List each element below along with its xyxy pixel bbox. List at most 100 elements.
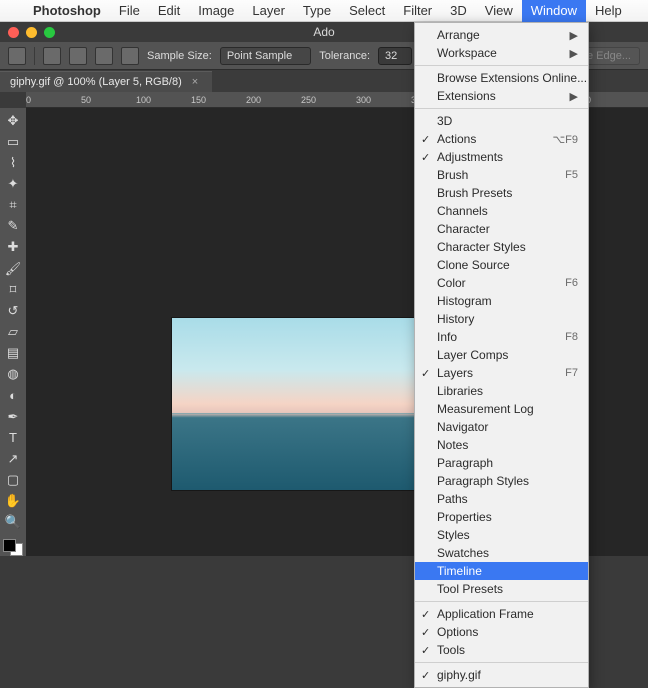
menu-item-giphy-gif[interactable]: ✓giphy.gif <box>415 666 588 684</box>
menu-item-paragraph-styles[interactable]: Paragraph Styles <box>415 472 588 490</box>
menu-item-options[interactable]: ✓Options <box>415 623 588 641</box>
menu-item-character-styles[interactable]: Character Styles <box>415 238 588 256</box>
menu-type[interactable]: Type <box>294 0 340 22</box>
menu-item-paragraph[interactable]: Paragraph <box>415 454 588 472</box>
menu-item-label: Info <box>437 330 457 344</box>
menu-select[interactable]: Select <box>340 0 394 22</box>
menu-item-label: Histogram <box>437 294 492 308</box>
tool-marquee[interactable]: ▭ <box>3 133 23 150</box>
menu-item-swatches[interactable]: Swatches <box>415 544 588 562</box>
menu-item-color[interactable]: ColorF6 <box>415 274 588 292</box>
menu-item-measurement-log[interactable]: Measurement Log <box>415 400 588 418</box>
document-tab[interactable]: giphy.gif @ 100% (Layer 5, RGB/8) × <box>0 71 212 92</box>
menu-item-label: History <box>437 312 474 326</box>
menu-view[interactable]: View <box>476 0 522 22</box>
menu-item-tool-presets[interactable]: Tool Presets <box>415 580 588 598</box>
menu-item-libraries[interactable]: Libraries <box>415 382 588 400</box>
tool-zoom[interactable]: 🔍 <box>3 514 23 531</box>
tool-pen[interactable]: ✒ <box>3 408 23 425</box>
menu-item-channels[interactable]: Channels <box>415 202 588 220</box>
app-name[interactable]: Photoshop <box>24 0 110 22</box>
check-icon: ✓ <box>421 626 430 639</box>
tool-blur[interactable]: ◍ <box>3 366 23 383</box>
tool-brush[interactable]: 🖌 <box>3 260 23 277</box>
menu-item-properties[interactable]: Properties <box>415 508 588 526</box>
menu-help[interactable]: Help <box>586 0 631 22</box>
zoom-icon[interactable] <box>44 27 55 38</box>
menu-file[interactable]: File <box>110 0 149 22</box>
submenu-icon: ▶ <box>570 90 578 103</box>
menu-item-tools[interactable]: ✓Tools <box>415 641 588 659</box>
menu-item-notes[interactable]: Notes <box>415 436 588 454</box>
menu-edit[interactable]: Edit <box>149 0 189 22</box>
menu-item-histogram[interactable]: Histogram <box>415 292 588 310</box>
minimize-icon[interactable] <box>26 27 37 38</box>
sample-size-select[interactable]: Point Sample <box>220 47 311 65</box>
selection-add-icon[interactable] <box>69 47 87 65</box>
tool-stamp[interactable]: ⌑ <box>3 281 23 298</box>
menu-item-label: Brush Presets <box>437 186 512 200</box>
tolerance-input[interactable]: 32 <box>378 47 412 65</box>
tool-path[interactable]: ↗ <box>3 450 23 467</box>
menu-item-label: Tool Presets <box>437 582 503 596</box>
shortcut-label: ⌥F9 <box>552 133 578 146</box>
canvas-image[interactable] <box>172 318 430 490</box>
menu-item-label: Actions <box>437 132 476 146</box>
menu-item-label: Extensions <box>437 89 496 103</box>
sample-size-label: Sample Size: <box>147 50 212 62</box>
tool-crop[interactable]: ⌗ <box>3 197 23 214</box>
tool-wand[interactable]: ✦ <box>3 175 23 192</box>
shortcut-label: F5 <box>565 169 578 181</box>
check-icon: ✓ <box>421 608 430 621</box>
tool-dodge[interactable]: ◐ <box>3 387 23 404</box>
tool-eraser[interactable]: ▱ <box>3 323 23 340</box>
tool-lasso[interactable]: ⌇ <box>3 154 23 171</box>
tool-heal[interactable]: ✚ <box>3 239 23 256</box>
menu-item-layer-comps[interactable]: Layer Comps <box>415 346 588 364</box>
ruler-tick: 50 <box>81 95 91 105</box>
menu-item-browse-extensions-online-[interactable]: Browse Extensions Online... <box>415 69 588 87</box>
menu-item-application-frame[interactable]: ✓Application Frame <box>415 605 588 623</box>
selection-new-icon[interactable] <box>43 47 61 65</box>
menu-layer[interactable]: Layer <box>243 0 294 22</box>
menu-item-layers[interactable]: ✓LayersF7 <box>415 364 588 382</box>
menu-item-workspace[interactable]: Workspace▶ <box>415 44 588 62</box>
menu-item-character[interactable]: Character <box>415 220 588 238</box>
fg-bg-swatch[interactable] <box>3 539 23 556</box>
menu-item-clone-source[interactable]: Clone Source <box>415 256 588 274</box>
menu-item-timeline[interactable]: Timeline <box>415 562 588 580</box>
menu-item-extensions[interactable]: Extensions ▶ <box>415 87 588 105</box>
menu-item-brush[interactable]: BrushF5 <box>415 166 588 184</box>
tool-history-brush[interactable]: ↺ <box>3 302 23 319</box>
menu-item-actions[interactable]: ✓Actions⌥F9 <box>415 130 588 148</box>
menu-3d[interactable]: 3D <box>441 0 476 22</box>
menu-item-info[interactable]: Info F8 <box>415 328 588 346</box>
tool-preset-icon[interactable] <box>8 47 26 65</box>
menu-item-navigator[interactable]: Navigator <box>415 418 588 436</box>
ruler-tick: 200 <box>246 95 261 105</box>
tool-hand[interactable]: ✋ <box>3 493 23 510</box>
tool-gradient[interactable]: ▤ <box>3 345 23 362</box>
shortcut-label: F8 <box>565 331 578 343</box>
menu-item-brush-presets[interactable]: Brush Presets <box>415 184 588 202</box>
menu-item-label: Navigator <box>437 420 488 434</box>
menu-item-history[interactable]: History <box>415 310 588 328</box>
close-icon[interactable] <box>8 27 19 38</box>
close-tab-icon[interactable]: × <box>192 76 198 88</box>
selection-subtract-icon[interactable] <box>95 47 113 65</box>
menu-item-arrange[interactable]: Arrange▶ <box>415 26 588 44</box>
tool-type[interactable]: T <box>3 429 23 446</box>
tool-rect[interactable]: ▢ <box>3 471 23 488</box>
menu-item-label: Channels <box>437 204 488 218</box>
menu-item-3d[interactable]: 3D <box>415 112 588 130</box>
tool-move[interactable]: ✥ <box>3 112 23 129</box>
menu-image[interactable]: Image <box>189 0 243 22</box>
menu-item-paths[interactable]: Paths <box>415 490 588 508</box>
menu-window[interactable]: Window <box>522 0 586 22</box>
tool-eyedropper[interactable]: ✎ <box>3 218 23 235</box>
menu-filter[interactable]: Filter <box>394 0 441 22</box>
selection-intersect-icon[interactable] <box>121 47 139 65</box>
menu-item-styles[interactable]: Styles <box>415 526 588 544</box>
menu-item-adjustments[interactable]: ✓Adjustments <box>415 148 588 166</box>
window-menu-dropdown: Arrange▶Workspace▶ Browse Extensions Onli… <box>414 22 589 688</box>
